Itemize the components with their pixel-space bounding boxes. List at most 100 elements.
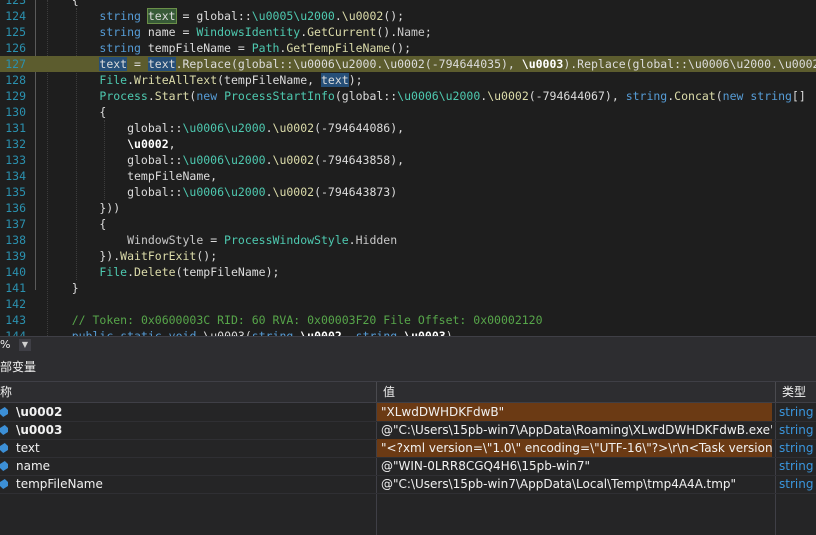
line-number: 132	[5, 137, 26, 151]
code-text: string text = global::\u0005\u2000.\u000…	[99, 8, 405, 24]
code-line[interactable]: 142	[0, 296, 816, 312]
code-text: {	[44, 105, 107, 119]
field-icon	[0, 443, 8, 453]
variable-value[interactable]: "XLwdDWHDKFdwB"	[377, 403, 772, 421]
code-line[interactable]: 123 {	[0, 0, 816, 8]
variable-type: string	[779, 423, 814, 437]
line-number: 140	[5, 265, 26, 279]
code-line[interactable]: 129 Process.Start(new ProcessStartInfo(g…	[0, 88, 816, 104]
code-text: text = text.Replace(global::\u0006\u2000…	[99, 57, 816, 71]
code-line[interactable]: 138 WindowStyle = ProcessWindowStyle.Hid…	[0, 232, 816, 248]
code-line[interactable]: 131 global::\u0006\u2000.\u0002(-7946440…	[0, 120, 816, 136]
variable-type: string	[779, 477, 814, 491]
locals-window: 部变量 称 值 类型 \u0002 "XLwdDWHDKFdwB" string \u…	[0, 353, 816, 535]
line-number: 141	[5, 281, 26, 295]
code-line[interactable]: 139 }).WaitForExit();	[0, 248, 816, 264]
variable-value[interactable]: @"C:\Users\15pb-win7\AppData\Local\Temp\…	[377, 475, 772, 493]
code-line[interactable]: 141 }	[0, 280, 816, 296]
column-value-header[interactable]: 值	[383, 382, 395, 402]
column-name-header[interactable]: 称	[0, 382, 12, 402]
code-line[interactable]: 136 }))	[0, 200, 816, 216]
code-text: Process.Start(new ProcessStartInfo(globa…	[99, 89, 806, 103]
line-number: 133	[5, 153, 26, 167]
code-line[interactable]: 125 string name = WindowsIdentity.GetCur…	[0, 24, 816, 40]
field-icon	[0, 479, 8, 489]
field-icon	[0, 425, 8, 435]
zoom-bar: % ▼	[0, 336, 816, 354]
zoom-level[interactable]: %	[0, 338, 10, 351]
chevron-down-icon[interactable]: ▼	[19, 339, 31, 351]
code-line[interactable]: 124 string text = global::\u0005\u2000.\…	[0, 8, 816, 24]
panel-title: 部变量	[0, 360, 37, 374]
code-text: File.Delete(tempFileName);	[99, 265, 280, 279]
code-text: // Token: 0x0600003C RID: 60 RVA: 0x0000…	[71, 313, 543, 327]
code-text: global::\u0006\u2000.\u0002(-794643858),	[44, 153, 405, 167]
field-icon	[0, 461, 8, 471]
code-text: global::\u0006\u2000.\u0002(-794643873)	[44, 185, 398, 199]
code-editor[interactable]: 123 {124 string text = global::\u0005\u2…	[0, 0, 816, 336]
line-number: 137	[5, 217, 26, 231]
code-text: }	[44, 281, 79, 295]
code-text: {	[44, 0, 79, 7]
variable-type: string	[779, 441, 814, 455]
code-text: \u0002,	[127, 137, 176, 151]
line-number: 135	[5, 185, 26, 199]
variable-name: \u0003	[16, 423, 63, 437]
code-line[interactable]: 126 string tempFileName = Path.GetTempFi…	[0, 40, 816, 56]
line-number: 134	[5, 169, 26, 183]
line-number: 126	[5, 41, 26, 55]
variable-value[interactable]: "<?xml version=\"1.0\" encoding=\"UTF-16…	[377, 439, 772, 457]
code-text: }).WaitForExit();	[44, 249, 218, 263]
code-text: tempFileName,	[44, 169, 218, 183]
code-line[interactable]: 140 File.Delete(tempFileName);	[0, 264, 816, 280]
code-text: global::\u0006\u2000.\u0002(-794644086),	[44, 121, 405, 135]
code-text: File.WriteAllText(tempFileName, text);	[99, 73, 363, 87]
code-line[interactable]: 143 // Token: 0x0600003C RID: 60 RVA: 0x…	[0, 312, 816, 328]
code-line[interactable]: 135 global::\u0006\u2000.\u0002(-7946438…	[0, 184, 816, 200]
column-divider[interactable]	[775, 382, 776, 402]
variable-name: \u0002	[16, 405, 63, 419]
code-text: WindowStyle = ProcessWindowStyle.Hidden	[127, 233, 398, 247]
line-number: 144	[5, 329, 26, 336]
locals-row[interactable]: text "<?xml version=\"1.0\" encoding=\"UT…	[0, 439, 816, 458]
line-number: 127	[5, 57, 26, 71]
variable-value[interactable]: @"WIN-0LRR8CGQ4H6\15pb-win7"	[377, 457, 772, 475]
field-icon	[0, 407, 8, 417]
line-number: 123	[5, 0, 26, 7]
column-type-header[interactable]: 类型	[782, 382, 806, 402]
panel-header: 部变量	[0, 353, 816, 382]
code-line[interactable]: 134 tempFileName,	[0, 168, 816, 184]
line-number: 130	[5, 105, 26, 119]
code-line[interactable]: 130 {	[0, 104, 816, 120]
variable-name: name	[16, 459, 51, 473]
code-line[interactable]: 144 public static void \u0003(string \u0…	[0, 328, 816, 336]
column-divider[interactable]	[376, 382, 377, 402]
line-number: 129	[5, 89, 26, 103]
line-number: 128	[5, 73, 26, 87]
code-line[interactable]: 133 global::\u0006\u2000.\u0002(-7946438…	[0, 152, 816, 168]
code-text: string tempFileName = Path.GetTempFileNa…	[99, 41, 411, 55]
locals-row[interactable]: tempFileName @"C:\Users\15pb-win7\AppData…	[0, 475, 816, 494]
line-number: 142	[5, 297, 26, 311]
column-header: 称 值 类型	[0, 382, 816, 403]
variable-name: tempFileName	[16, 477, 103, 491]
locals-row[interactable]: \u0002 "XLwdDWHDKFdwB" string	[0, 403, 816, 422]
variable-type: string	[779, 405, 814, 419]
code-line[interactable]: 137 {	[0, 216, 816, 232]
code-text: string name = WindowsIdentity.GetCurrent…	[99, 25, 432, 39]
line-number: 138	[5, 233, 26, 247]
variable-name: text	[16, 441, 40, 455]
code-line[interactable]: 128 File.WriteAllText(tempFileName, text…	[0, 72, 816, 88]
line-number: 136	[5, 201, 26, 215]
line-number: 131	[5, 121, 26, 135]
locals-row[interactable]: \u0003 @"C:\Users\15pb-win7\AppData\Roami…	[0, 421, 816, 440]
line-number: 125	[5, 25, 26, 39]
variable-type: string	[779, 459, 814, 473]
locals-row[interactable]: name @"WIN-0LRR8CGQ4H6\15pb-win7" string	[0, 457, 816, 476]
variable-value[interactable]: @"C:\Users\15pb-win7\AppData\Roaming\XLw…	[377, 421, 772, 439]
code-line[interactable]: 132 \u0002,	[0, 136, 816, 152]
code-line[interactable]: 127 text = text.Replace(global::\u0006\u…	[0, 56, 816, 72]
code-text: }))	[44, 201, 121, 215]
code-text: public static void \u0003(string \u0002,…	[71, 329, 453, 336]
